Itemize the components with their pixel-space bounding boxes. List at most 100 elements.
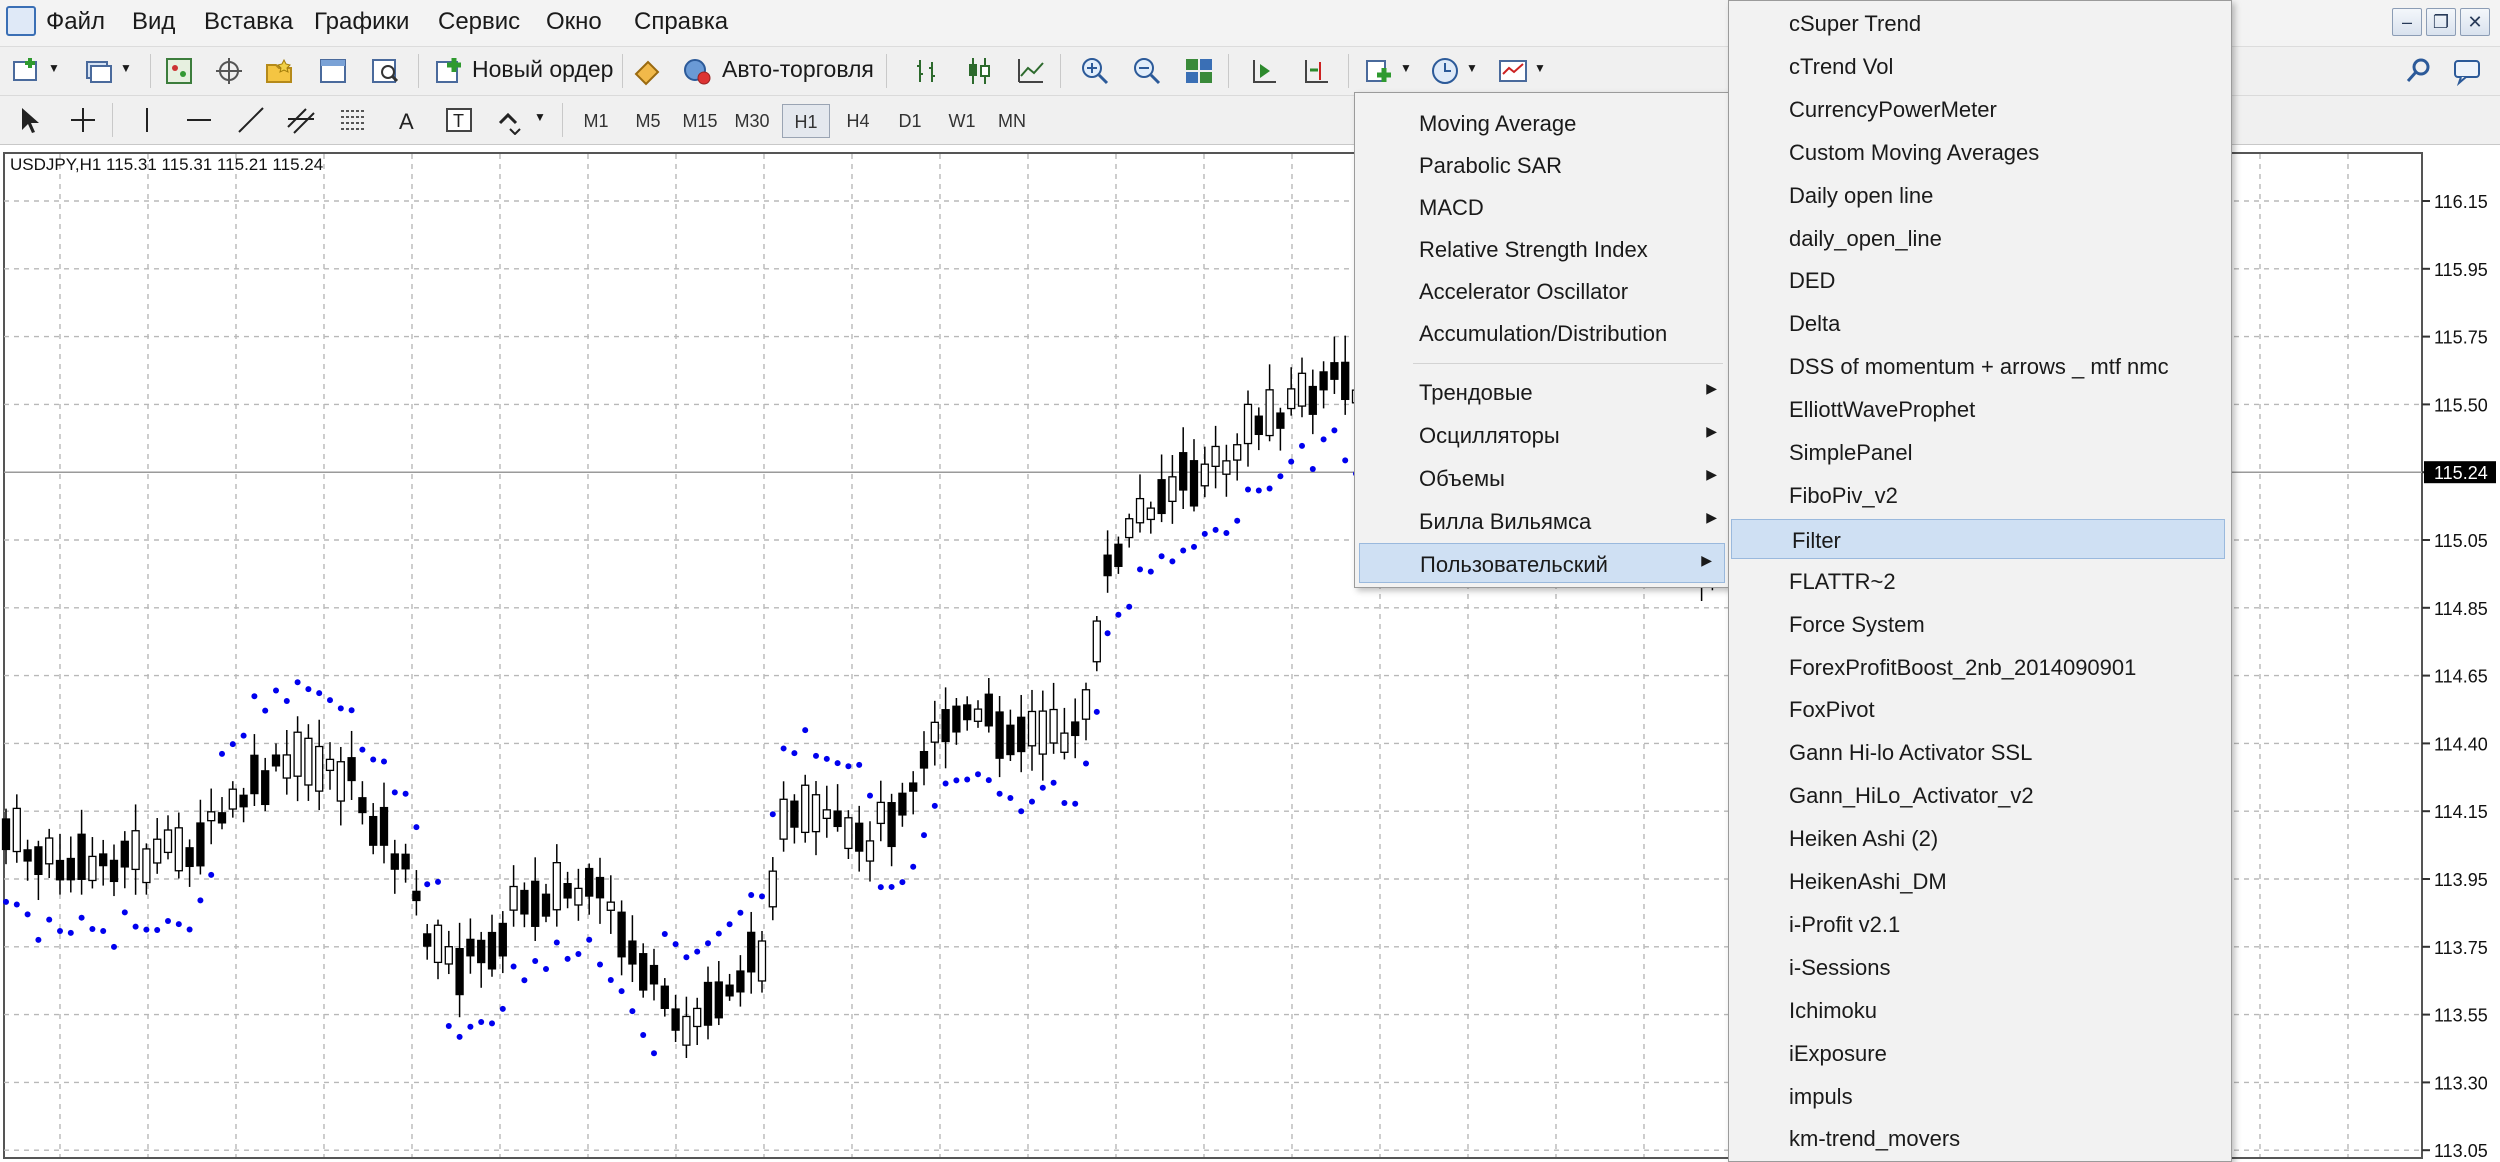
submenu-item[interactable]: impuls — [1729, 1076, 2227, 1116]
submenu-item[interactable]: i-Sessions — [1729, 947, 2227, 987]
submenu-item[interactable]: Filter — [1731, 519, 2225, 559]
submenu-item[interactable]: cSuper Trend — [1729, 3, 2227, 43]
metaeditor-icon[interactable] — [632, 56, 662, 86]
submenu-item[interactable]: DSS of momentum + arrows _ mtf nmc — [1729, 346, 2227, 386]
profiles-icon[interactable] — [84, 56, 114, 86]
candlesticks-icon[interactable] — [964, 56, 994, 86]
submenu-item[interactable]: iExposure — [1729, 1033, 2227, 1073]
text-icon[interactable]: A — [392, 105, 422, 135]
periods-clock-icon[interactable] — [1430, 56, 1460, 86]
submenu-item[interactable]: Force System — [1729, 604, 2227, 644]
new-chart-icon[interactable] — [12, 56, 42, 86]
menu-item-custom[interactable]: Пользовательский ▶ — [1359, 543, 1725, 583]
new-order-button[interactable]: Новый ордер — [472, 56, 613, 83]
timeframe-m1[interactable]: M1 — [572, 104, 620, 138]
submenu-item[interactable]: FLATTR~2 — [1729, 561, 2227, 601]
zoom-in-icon[interactable] — [1080, 56, 1110, 86]
menu-insert[interactable]: Вставка — [204, 8, 293, 36]
auto-trading-icon[interactable] — [682, 56, 712, 86]
submenu-item[interactable]: FoxPivot — [1729, 689, 2227, 729]
menu-item-rsi[interactable]: Relative Strength Index — [1355, 229, 1729, 271]
submenu-item[interactable]: Ichimoku — [1729, 990, 2227, 1030]
crosshair-icon[interactable] — [214, 56, 244, 86]
submenu-item[interactable]: Daily open line — [1729, 175, 2227, 215]
menu-item-accumulation-distribution[interactable]: Accumulation/Distribution — [1355, 313, 1729, 355]
submenu-item[interactable]: ElliottWaveProphet — [1729, 389, 2227, 429]
timeframe-h4[interactable]: H4 — [834, 104, 882, 138]
indicators-icon[interactable] — [1364, 56, 1394, 86]
templates-icon[interactable] — [1498, 56, 1528, 86]
horizontal-line-icon[interactable] — [184, 105, 214, 135]
menu-file[interactable]: Файл — [46, 8, 105, 36]
submenu-item[interactable]: Gann_HiLo_Activator_v2 — [1729, 775, 2227, 815]
market-watch-icon[interactable] — [164, 56, 194, 86]
equidistant-channel-icon[interactable] — [286, 105, 316, 135]
menu-charts[interactable]: Графики — [314, 8, 409, 36]
menu-item-moving-average[interactable]: Moving Average — [1355, 103, 1729, 145]
auto-trading-button[interactable]: Авто-торговля — [722, 56, 874, 83]
fibonacci-icon[interactable] — [338, 105, 368, 135]
submenu-item[interactable]: HeikenAshi_DM — [1729, 861, 2227, 901]
menu-item-accelerator-oscillator[interactable]: Accelerator Oscillator — [1355, 271, 1729, 313]
submenu-item[interactable]: ForexProfitBoost_2nb_2014090901 — [1729, 647, 2227, 687]
chevron-down-icon[interactable]: ▼ — [1400, 61, 1412, 75]
search-icon[interactable] — [2404, 56, 2434, 86]
menu-item-oscillators[interactable]: Осцилляторы ▶ — [1355, 415, 1729, 457]
text-label-icon[interactable]: T — [444, 105, 474, 135]
timeframe-h1[interactable]: H1 — [782, 104, 830, 138]
bar-chart-icon[interactable] — [912, 56, 942, 86]
navigator-icon[interactable] — [264, 56, 294, 86]
timeframe-d1[interactable]: D1 — [886, 104, 934, 138]
chevron-down-icon[interactable]: ▼ — [48, 61, 60, 75]
menu-item-parabolic-sar[interactable]: Parabolic SAR — [1355, 145, 1729, 187]
chevron-down-icon[interactable]: ▼ — [1534, 61, 1546, 75]
minimize-icon[interactable]: – — [2392, 8, 2422, 36]
menu-item-volumes[interactable]: Объемы ▶ — [1355, 458, 1729, 500]
submenu-item[interactable]: Gann Hi-lo Activator SSL — [1729, 732, 2227, 772]
timeframe-mn[interactable]: MN — [988, 104, 1036, 138]
trendline-icon[interactable] — [236, 105, 266, 135]
timeframe-m30[interactable]: M30 — [728, 104, 776, 138]
cursor-icon[interactable] — [14, 105, 44, 135]
timeframe-m5[interactable]: M5 — [624, 104, 672, 138]
chart-shift-icon[interactable] — [1302, 56, 1332, 86]
strategy-tester-icon[interactable] — [370, 56, 400, 86]
submenu-item[interactable]: daily_open_line — [1729, 218, 2227, 258]
terminal-icon[interactable] — [318, 56, 348, 86]
zoom-out-icon[interactable] — [1132, 56, 1162, 86]
submenu-item[interactable]: cTrend Vol — [1729, 46, 2227, 86]
menu-tools[interactable]: Сервис — [438, 8, 520, 36]
vertical-line-icon[interactable] — [132, 105, 162, 135]
menu-item-bill-williams[interactable]: Билла Вильямса ▶ — [1355, 501, 1729, 543]
crosshair-tool-icon[interactable] — [68, 105, 98, 135]
close-icon[interactable]: ✕ — [2460, 8, 2490, 36]
chevron-down-icon[interactable]: ▼ — [534, 110, 546, 124]
timeframe-m15[interactable]: M15 — [676, 104, 724, 138]
submenu-item[interactable]: CurrencyPowerMeter — [1729, 89, 2227, 129]
sar-dot — [1126, 603, 1133, 610]
new-order-icon[interactable] — [434, 56, 464, 86]
chevron-down-icon[interactable]: ▼ — [120, 61, 132, 75]
menu-view[interactable]: Вид — [132, 8, 175, 36]
submenu-item[interactable]: Delta — [1729, 303, 2227, 343]
line-chart-icon[interactable] — [1016, 56, 1046, 86]
timeframe-w1[interactable]: W1 — [938, 104, 986, 138]
restore-icon[interactable]: ❐ — [2426, 8, 2456, 36]
submenu-item[interactable]: i-Profit v2.1 — [1729, 904, 2227, 944]
submenu-item[interactable]: SimplePanel — [1729, 432, 2227, 472]
menu-item-macd[interactable]: MACD — [1355, 187, 1729, 229]
submenu-item[interactable]: DED — [1729, 260, 2227, 300]
submenu-item[interactable]: FiboPiv_v2 — [1729, 475, 2227, 515]
chat-icon[interactable] — [2452, 56, 2482, 86]
chevron-down-icon[interactable]: ▼ — [1466, 61, 1478, 75]
submenu-item[interactable]: Heiken Ashi (2) — [1729, 818, 2227, 858]
menu-window[interactable]: Окно — [546, 8, 602, 36]
app-icon[interactable] — [6, 6, 36, 36]
submenu-item[interactable]: km-trend_movers — [1729, 1118, 2227, 1158]
tile-windows-icon[interactable] — [1184, 56, 1214, 86]
auto-scroll-icon[interactable] — [1250, 56, 1280, 86]
arrows-icon[interactable] — [496, 105, 526, 135]
menu-item-trend[interactable]: Трендовые ▶ — [1355, 372, 1729, 414]
submenu-item[interactable]: Custom Moving Averages — [1729, 132, 2227, 172]
menu-help[interactable]: Справка — [634, 8, 728, 36]
